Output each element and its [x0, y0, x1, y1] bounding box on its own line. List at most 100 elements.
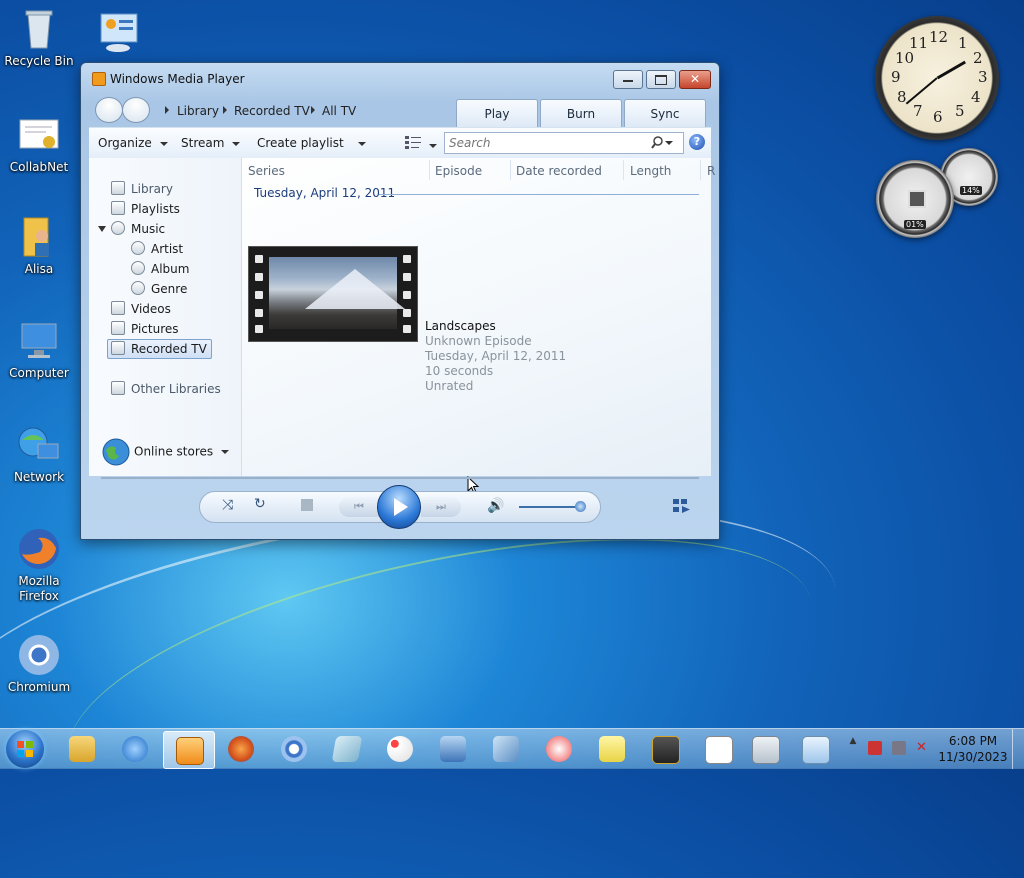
shuffle-button[interactable]: ⤨ — [222, 497, 233, 513]
desktop-icon-network[interactable]: Network — [1, 422, 77, 485]
column-divider[interactable] — [510, 160, 511, 180]
tab-burn[interactable]: Burn — [540, 99, 622, 128]
taskbar-games[interactable] — [640, 731, 690, 767]
nav-album[interactable]: Album — [131, 260, 189, 278]
nav-genre[interactable]: Genre — [131, 280, 187, 298]
volume-muted-icon[interactable]: ✕ — [916, 741, 930, 755]
title-bar[interactable]: Windows Media Player ✕ — [81, 63, 719, 93]
desktop-icon-collabnet[interactable]: CollabNet — [1, 112, 77, 175]
organize-button[interactable]: Organize — [98, 136, 168, 150]
taskbar-media-player[interactable] — [163, 731, 215, 769]
paint-palette-icon — [387, 736, 413, 762]
clock-gadget[interactable]: 12 1 2 3 4 5 6 7 8 9 10 11 — [875, 16, 999, 140]
close-button[interactable]: ✕ — [679, 70, 711, 89]
taskbar-snipping-tool[interactable] — [534, 731, 584, 767]
window-title: Windows Media Player — [110, 72, 245, 86]
breadcrumb-library[interactable]: Library — [177, 104, 219, 118]
column-divider[interactable] — [429, 160, 430, 180]
taskbar-app-glass[interactable] — [322, 731, 372, 767]
volume-slider[interactable] — [519, 506, 581, 508]
taskbar-notepad[interactable] — [790, 731, 840, 767]
create-playlist-button[interactable]: Create playlist — [257, 136, 366, 150]
nav-other-libraries[interactable]: Other Libraries — [111, 380, 221, 398]
desktop-icon-alisa[interactable]: Alisa — [1, 214, 77, 277]
desktop-icon-computer[interactable]: Computer — [1, 318, 77, 381]
online-stores-button[interactable]: Online stores — [101, 438, 230, 466]
back-button[interactable] — [95, 97, 123, 123]
nav-playlists[interactable]: Playlists — [111, 200, 180, 218]
forward-button[interactable] — [122, 97, 150, 123]
column-divider[interactable] — [700, 160, 701, 180]
breadcrumb-recorded-tv[interactable]: Recorded TV — [234, 104, 310, 118]
clock-area[interactable]: 6:08 PM 11/30/2023 — [938, 733, 1008, 765]
nav-videos[interactable]: Videos — [111, 300, 171, 318]
taskbar-chromium[interactable] — [269, 731, 319, 767]
cpu-chip-icon — [908, 190, 926, 208]
item-title[interactable]: Landscapes — [425, 319, 496, 333]
taskbar-solitaire[interactable] — [693, 731, 743, 767]
show-hidden-icons-button[interactable]: ▲ — [848, 733, 858, 765]
music-note-icon — [111, 221, 125, 235]
chevron-up-icon: ▲ — [849, 736, 857, 746]
taskbar-app-tools[interactable] — [481, 731, 531, 767]
taskbar-explorer[interactable] — [57, 731, 107, 767]
volume-slider-handle[interactable] — [575, 501, 586, 512]
network-tray-icon[interactable] — [892, 741, 906, 755]
expand-triangle-icon[interactable] — [98, 226, 106, 232]
column-header-date-recorded[interactable]: Date recorded — [516, 164, 602, 178]
stop-button[interactable] — [301, 499, 313, 511]
show-desktop-button[interactable] — [1012, 729, 1023, 769]
navigation-pane: Library Playlists Music Artist Album Gen… — [89, 158, 242, 476]
desktop-icon-recycle-bin[interactable]: Recycle Bin — [1, 6, 77, 69]
desktop-icon-control-panel[interactable] — [80, 10, 156, 58]
play-button[interactable] — [377, 485, 421, 529]
taskbar-magnifier[interactable] — [428, 731, 478, 767]
taskbar-internet-explorer[interactable] — [110, 731, 160, 767]
nav-artist[interactable]: Artist — [131, 240, 183, 258]
column-header-rating[interactable]: R — [707, 164, 715, 178]
nav-music[interactable]: Music — [111, 220, 165, 238]
search-input[interactable] — [445, 133, 651, 153]
breadcrumb-all-tv[interactable]: All TV — [322, 104, 356, 118]
control-panel-icon — [95, 10, 141, 56]
previous-button[interactable]: ⏮ — [339, 497, 379, 517]
cpu-gauge[interactable]: 01% — [876, 160, 954, 238]
mute-button[interactable]: 🔊 — [487, 498, 504, 514]
column-divider[interactable] — [623, 160, 624, 180]
item-rating[interactable]: Unrated — [425, 379, 473, 393]
library-icon — [111, 181, 125, 195]
switch-to-now-playing-button[interactable] — [673, 499, 691, 517]
search-icon[interactable] — [651, 136, 664, 149]
taskbar-sticky-notes[interactable] — [587, 731, 637, 767]
column-header-episode[interactable]: Episode — [435, 164, 482, 178]
memory-value: 14% — [960, 186, 982, 195]
taskbar-calculator[interactable] — [740, 731, 790, 767]
view-options-button[interactable] — [405, 135, 437, 152]
tab-sync[interactable]: Sync — [624, 99, 706, 128]
next-button[interactable]: ⏭ — [421, 497, 461, 517]
column-header-series[interactable]: Series — [248, 164, 285, 178]
media-player-window[interactable]: Windows Media Player ✕ Library Recorded … — [80, 62, 720, 540]
taskbar-firefox[interactable] — [216, 731, 266, 767]
nav-recorded-tv[interactable]: Recorded TV — [107, 339, 212, 359]
nav-library[interactable]: Library — [111, 180, 173, 198]
minimize-button[interactable] — [613, 70, 643, 89]
seek-bar[interactable] — [101, 477, 699, 479]
stream-button[interactable]: Stream — [181, 136, 241, 150]
film-hole — [255, 255, 263, 263]
start-button[interactable] — [6, 730, 44, 768]
repeat-button[interactable]: ↻ — [254, 496, 266, 512]
taskbar-paint[interactable] — [375, 731, 425, 767]
video-thumbnail[interactable] — [248, 246, 418, 342]
chevron-down-icon[interactable] — [665, 141, 673, 145]
desktop-icon-chromium[interactable]: Chromium — [1, 632, 77, 695]
desktop-icon-firefox[interactable]: Mozilla Firefox — [1, 526, 77, 604]
tab-play[interactable]: Play — [456, 99, 538, 128]
column-header-length[interactable]: Length — [630, 164, 671, 178]
nav-pictures[interactable]: Pictures — [111, 320, 179, 338]
action-center-icon[interactable] — [868, 741, 882, 755]
search-box[interactable] — [444, 132, 684, 154]
clock-number: 5 — [955, 102, 965, 120]
maximize-button[interactable] — [646, 70, 676, 89]
help-button[interactable]: ? — [689, 134, 705, 150]
